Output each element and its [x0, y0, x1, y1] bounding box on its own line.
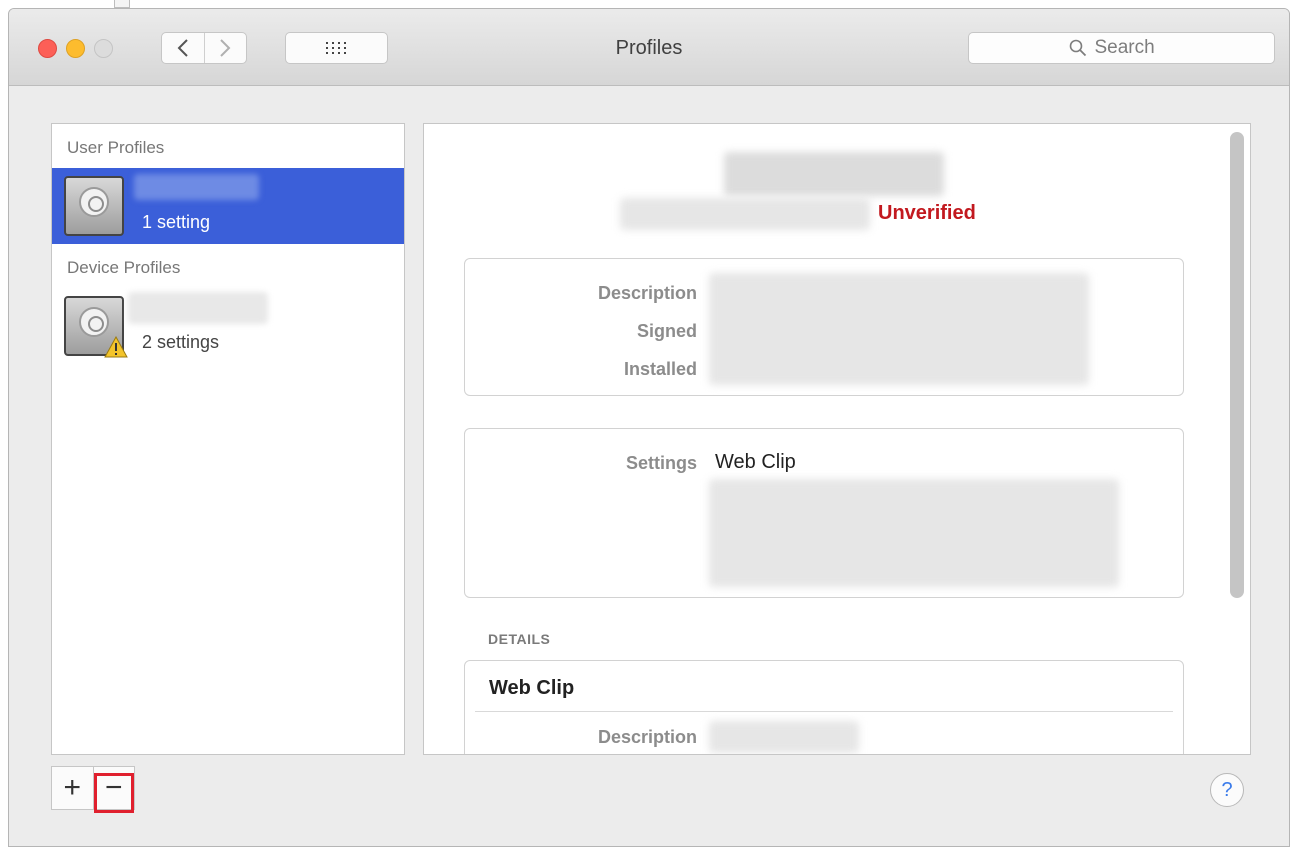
- payload-divider: [475, 711, 1173, 712]
- installed-label: Installed: [623, 359, 697, 379]
- navigation-buttons: [161, 32, 247, 64]
- corner-artifact: [114, 0, 130, 8]
- search-input[interactable]: [1094, 37, 1175, 59]
- device-profile-item[interactable]: 2 settings: [52, 288, 404, 364]
- verification-status: Unverified: [878, 202, 976, 224]
- title-bar: Profiles: [9, 9, 1289, 86]
- chevron-left-icon: [177, 39, 188, 57]
- remove-button-highlight: [94, 773, 134, 813]
- profile-icon: [64, 176, 124, 236]
- profile-detail-pane[interactable]: Unverified Description Signed Installed …: [423, 123, 1251, 755]
- user-profile-item[interactable]: 1 setting: [52, 168, 404, 244]
- profile-name-redacted: [128, 292, 268, 324]
- add-profile-button[interactable]: +: [52, 767, 93, 809]
- profile-settings-count: 2 settings: [142, 332, 220, 352]
- settings-box: Settings Web Clip: [464, 428, 1184, 598]
- profile-info-box: Description Signed Installed: [464, 258, 1184, 396]
- settings-label: Settings: [625, 453, 697, 473]
- profile-org-redacted: [620, 198, 870, 230]
- grid-dots-icon: [325, 42, 346, 54]
- profile-settings-count: 1 setting: [142, 212, 211, 232]
- profile-title-redacted: [724, 152, 944, 196]
- details-heading: DETAILS: [488, 631, 551, 647]
- gear-icon: [79, 307, 109, 337]
- settings-detail-redacted: [709, 479, 1119, 587]
- description-label: Description: [597, 283, 697, 303]
- settings-value: Web Clip: [715, 451, 796, 473]
- back-button[interactable]: [162, 33, 204, 63]
- profile-info-redacted: [709, 273, 1089, 385]
- search-icon: [1069, 39, 1086, 57]
- payload-description-redacted: [709, 721, 859, 753]
- zoom-window-button[interactable]: [94, 39, 113, 58]
- minimize-window-button[interactable]: [66, 39, 85, 58]
- web-clip-payload-box: Web Clip Description: [464, 660, 1184, 754]
- signed-label: Signed: [636, 321, 697, 341]
- scrollbar[interactable]: [1230, 132, 1244, 598]
- profile-icon: [64, 296, 128, 358]
- user-profiles-header: User Profiles: [67, 138, 165, 157]
- show-all-button[interactable]: [285, 32, 388, 64]
- profiles-window: Profiles User Profiles 1 setting Device …: [8, 8, 1290, 847]
- gear-icon: [79, 187, 109, 217]
- search-field[interactable]: [968, 32, 1275, 64]
- device-profiles-header: Device Profiles: [67, 258, 181, 277]
- profile-name-redacted: [134, 174, 259, 200]
- help-button[interactable]: ?: [1210, 773, 1244, 807]
- warning-icon: [104, 336, 128, 358]
- chevron-right-icon: [220, 39, 231, 57]
- close-window-button[interactable]: [38, 39, 57, 58]
- profiles-list[interactable]: User Profiles 1 setting Device Profiles …: [51, 123, 405, 755]
- payload-description-label: Description: [597, 727, 697, 747]
- forward-button[interactable]: [203, 33, 247, 63]
- payload-title: Web Clip: [489, 677, 575, 699]
